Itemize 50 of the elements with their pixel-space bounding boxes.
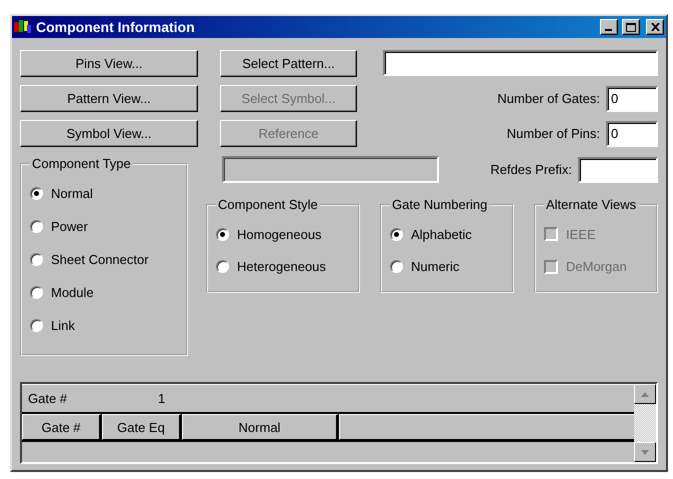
maximize-icon [626, 22, 636, 32]
radio-option[interactable]: Power [30, 210, 178, 243]
pattern-field[interactable] [383, 50, 658, 76]
group-title: Gate Numbering [391, 197, 488, 212]
minimize-button[interactable] [600, 19, 618, 35]
radio-button[interactable] [216, 260, 229, 274]
view-button[interactable]: Pattern View... [20, 85, 198, 112]
number-field[interactable]: 0 [606, 120, 658, 146]
radio-option[interactable]: Module [30, 276, 178, 309]
radio-option[interactable]: Link [30, 309, 178, 342]
view-button[interactable]: Pins View... [20, 50, 198, 77]
radio-button[interactable] [390, 260, 403, 274]
app-icon [14, 19, 32, 35]
close-button[interactable] [646, 19, 664, 35]
radio-button[interactable] [30, 286, 43, 299]
down-arrow-icon [641, 450, 649, 454]
field-label: Refdes Prefix: [490, 162, 572, 177]
radio-button[interactable] [30, 319, 43, 332]
radio-option[interactable]: Sheet Connector [30, 243, 178, 276]
window-title: Component Information [36, 19, 196, 35]
radio-option[interactable]: Homogeneous [216, 218, 350, 250]
field-label: Number of Pins: [506, 126, 600, 141]
radio-button[interactable] [30, 253, 43, 266]
radio-option[interactable]: Numeric [390, 250, 504, 283]
column-header[interactable]: Gate Eq [102, 414, 182, 440]
row-value: 1 [157, 391, 166, 406]
radio-button[interactable] [216, 228, 229, 241]
view-button[interactable]: Symbol View... [20, 120, 198, 147]
radio-option[interactable]: Heterogeneous [216, 250, 350, 283]
action-button[interactable]: Select Pattern... [220, 50, 357, 77]
number-field[interactable]: 0 [606, 86, 658, 112]
radio-button[interactable] [30, 187, 43, 200]
scrollbar[interactable] [634, 384, 656, 462]
scroll-down-button[interactable] [634, 442, 656, 462]
close-icon [650, 23, 660, 31]
column-header[interactable]: Gate # [22, 414, 102, 440]
field-label: Number of Gates: [497, 91, 600, 106]
radio-option[interactable]: Normal [30, 177, 178, 210]
group-title: Alternate Views [545, 197, 638, 212]
group-title: Component Style [217, 197, 319, 212]
maximize-button[interactable] [622, 19, 640, 35]
radio-button[interactable] [30, 220, 43, 233]
group-title: Component Type [31, 156, 132, 171]
radio-button[interactable] [390, 228, 403, 241]
refdes-field[interactable] [578, 156, 658, 182]
row-label: Gate # [27, 391, 68, 406]
scroll-up-button[interactable] [634, 384, 656, 404]
column-header[interactable]: Normal [182, 414, 339, 440]
up-arrow-icon [641, 392, 649, 396]
radio-option[interactable]: Alphabetic [390, 218, 504, 250]
